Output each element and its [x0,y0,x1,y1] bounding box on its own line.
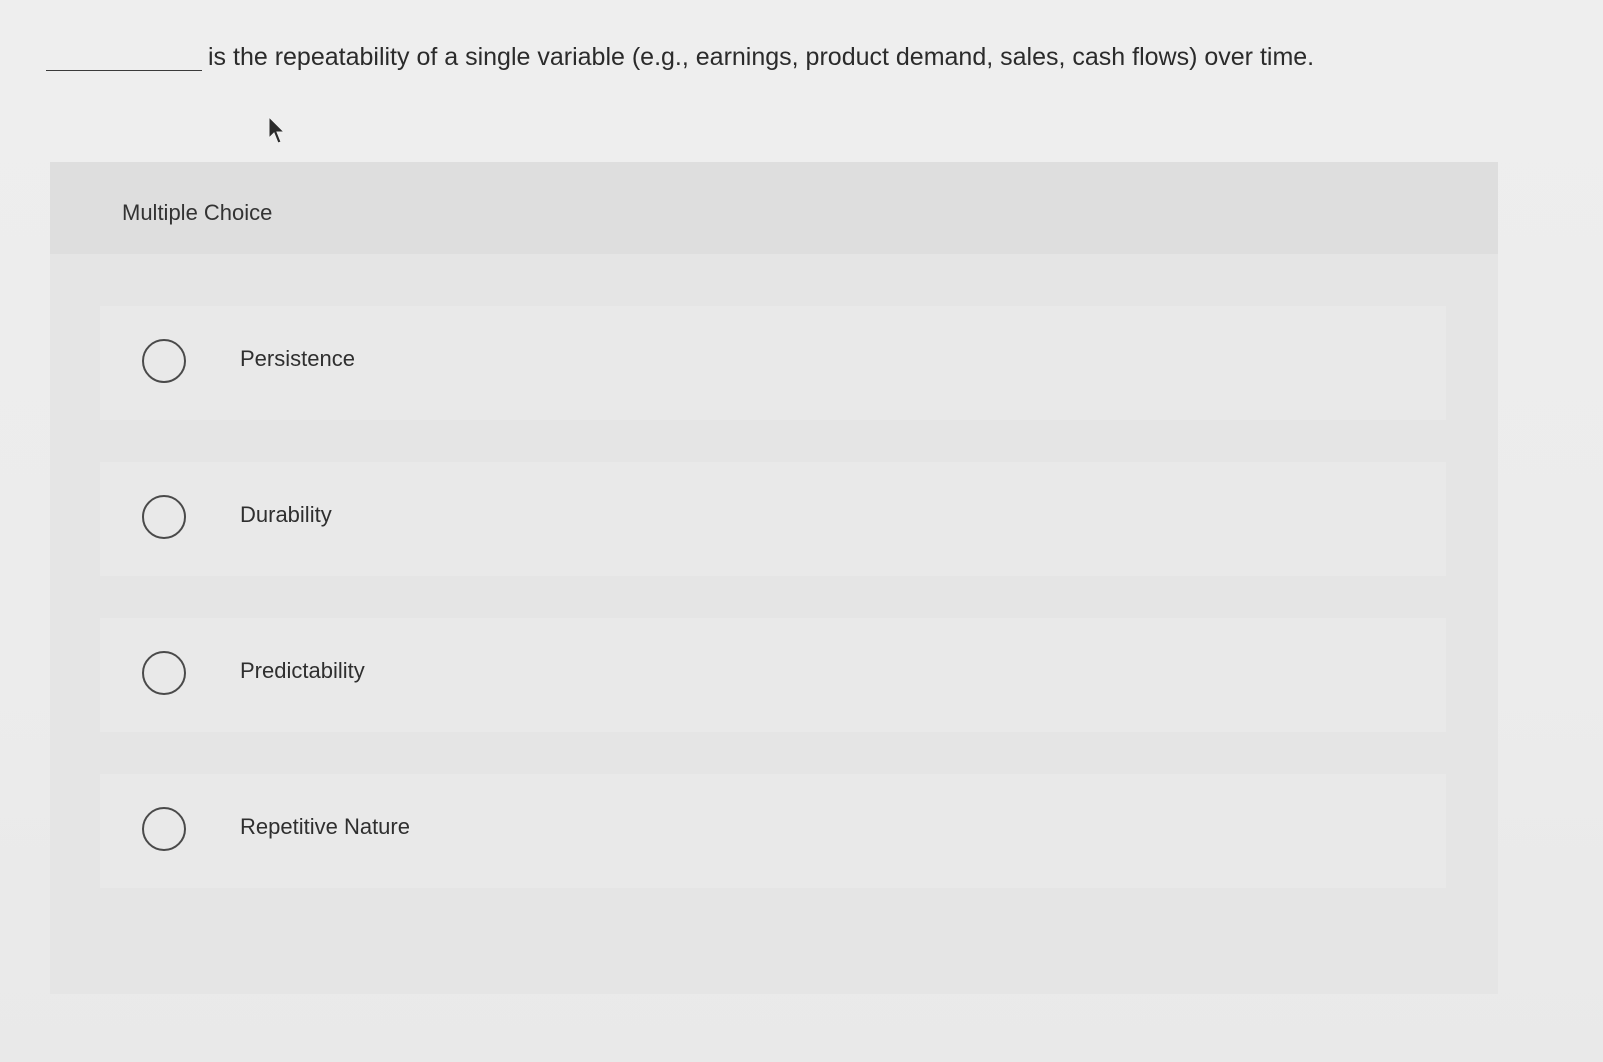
option-durability[interactable]: Durability [100,462,1446,576]
mouse-pointer-icon [268,116,286,144]
option-label: Persistence [240,346,355,371]
option-predictability[interactable]: Predictability [100,618,1446,732]
answer-blank [46,69,202,71]
options-container: Persistence Durability Predictability Re… [50,254,1498,994]
radio-button-icon[interactable] [142,495,186,539]
multiple-choice-header: Multiple Choice [50,162,1498,254]
option-label: Repetitive Nature [240,814,410,839]
option-label: Predictability [240,658,365,683]
option-persistence[interactable]: Persistence [100,306,1446,420]
option-label: Durability [240,502,332,527]
radio-button-icon[interactable] [142,807,186,851]
multiple-choice-panel: Multiple Choice Persistence Durability P… [50,162,1498,994]
option-repetitive-nature[interactable]: Repetitive Nature [100,774,1446,888]
radio-button-icon[interactable] [142,339,186,383]
question-text: is the repeatability of a single variabl… [46,40,1546,74]
multiple-choice-label: Multiple Choice [122,200,273,225]
question-prompt: is the repeatability of a single variabl… [208,43,1315,71]
radio-button-icon[interactable] [142,651,186,695]
